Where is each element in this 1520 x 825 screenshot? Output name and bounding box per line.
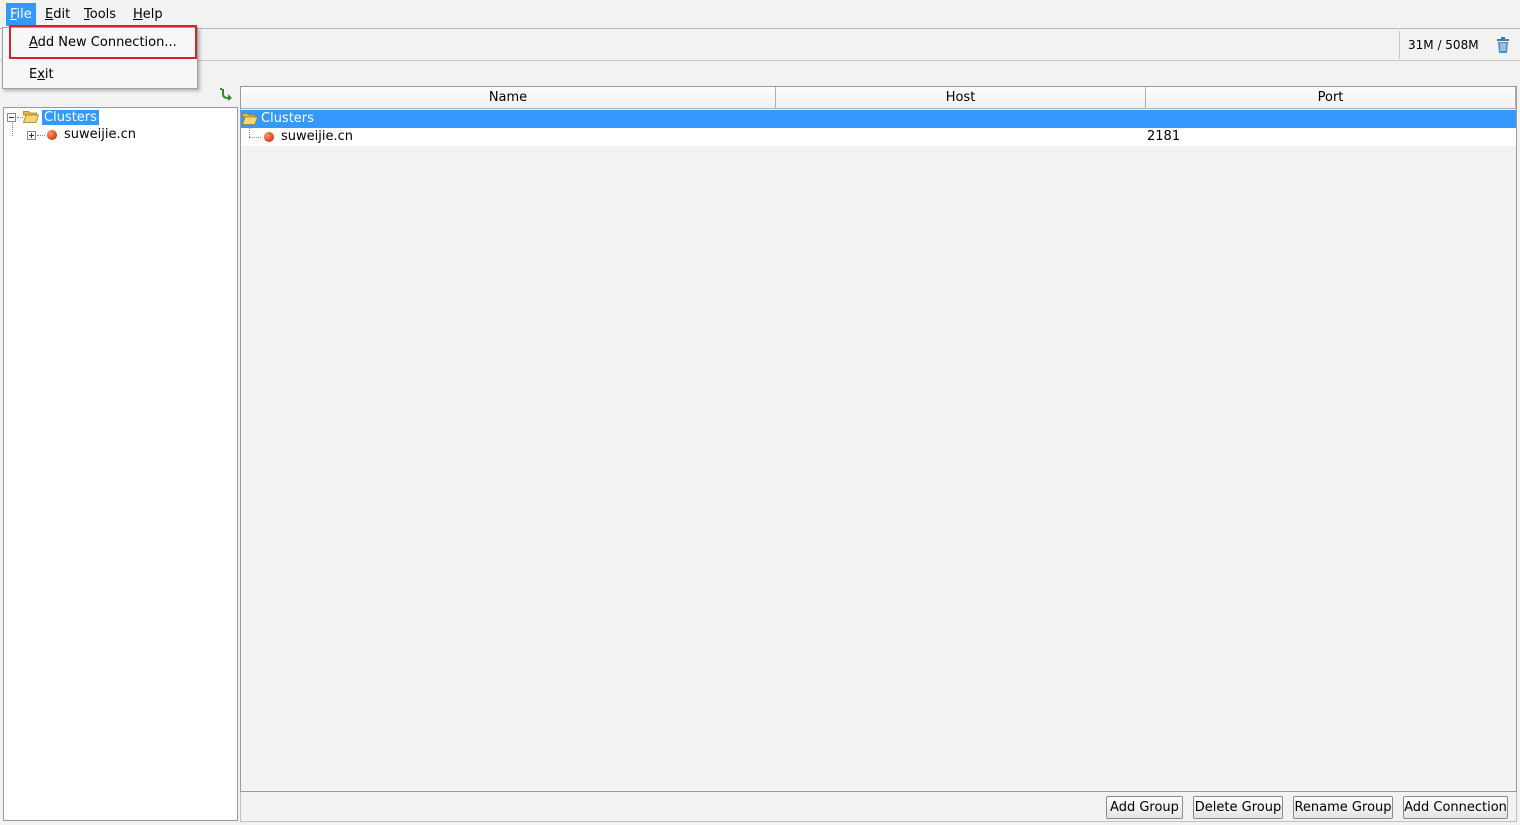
- tree-line: [12, 123, 13, 136]
- folder-open-icon: [242, 113, 258, 125]
- cluster-tree[interactable]: Clusters suweijie.cn: [3, 107, 238, 821]
- menu-file[interactable]: File: [6, 3, 36, 26]
- toolbar: 31M / 508M: [0, 29, 1520, 61]
- cell-name: Clusters: [261, 111, 314, 126]
- add-group-button[interactable]: Add Group: [1106, 796, 1183, 819]
- folder-open-icon: [23, 111, 39, 123]
- menu-item-add-new-connection[interactable]: Add New Connection...: [29, 33, 177, 53]
- delete-group-button[interactable]: Delete Group: [1193, 796, 1283, 819]
- menu-edit[interactable]: Edit: [41, 3, 74, 26]
- table-row[interactable]: suweijie.cn 2181: [241, 128, 1516, 146]
- menu-item-exit[interactable]: Exit: [29, 65, 54, 85]
- rename-group-button[interactable]: Rename Group: [1293, 796, 1393, 819]
- button-bar: Add Group Delete Group Rename Group Add …: [240, 792, 1517, 822]
- tree-line: [37, 135, 45, 136]
- memory-usage-text: 31M / 508M: [1408, 38, 1479, 52]
- menu-help[interactable]: Help: [129, 3, 167, 26]
- expand-icon[interactable]: [27, 131, 36, 140]
- add-connection-button[interactable]: Add Connection: [1403, 796, 1508, 819]
- connection-status-icon: [264, 132, 274, 142]
- refresh-icon[interactable]: [220, 88, 234, 102]
- connection-status-icon: [47, 130, 57, 140]
- tree-line: [249, 137, 261, 138]
- menu-tools[interactable]: Tools: [80, 3, 120, 26]
- cell-name: suweijie.cn: [281, 129, 353, 144]
- memory-indicator: 31M / 508M: [1399, 31, 1516, 59]
- file-dropdown-menu: Add New Connection... Exit: [2, 25, 198, 89]
- column-header-host[interactable]: Host: [776, 87, 1146, 109]
- tree-line: [249, 128, 250, 137]
- connection-table: Name Host Port Clusters suweijie.cn 2181: [240, 86, 1517, 792]
- tree-node-clusters[interactable]: Clusters: [42, 109, 99, 127]
- table-header: Name Host Port: [241, 87, 1516, 109]
- menu-bar: File Edit Tools Help: [0, 0, 1520, 29]
- collapse-icon[interactable]: [7, 113, 16, 122]
- trash-icon[interactable]: [1496, 37, 1510, 53]
- cell-port: 2181: [1147, 129, 1181, 144]
- table-row[interactable]: Clusters: [241, 110, 1516, 128]
- tree-toolbar: [2, 86, 238, 106]
- column-header-port[interactable]: Port: [1146, 87, 1516, 109]
- tree-node-suweijie[interactable]: suweijie.cn: [64, 126, 136, 144]
- column-header-name[interactable]: Name: [241, 87, 776, 109]
- app-window: File Edit Tools Help 31M / 508M Add New …: [0, 0, 1520, 825]
